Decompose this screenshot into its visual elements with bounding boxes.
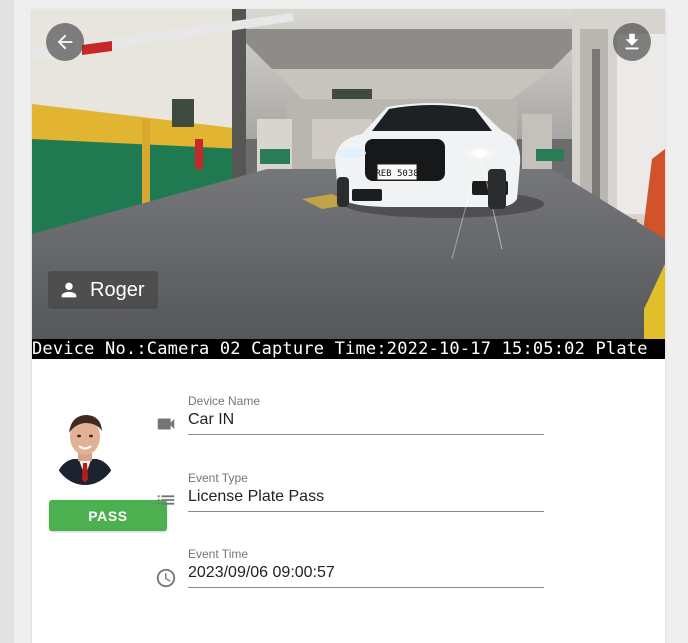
back-button[interactable]	[46, 23, 84, 61]
download-button[interactable]	[613, 23, 651, 61]
device-name-value: Car IN	[188, 411, 235, 428]
pass-status-badge: PASS	[49, 500, 167, 531]
event-time-field: Event Time 2023/09/06 09:00:57	[188, 546, 544, 588]
event-type-field: Event Type License Plate Pass	[188, 470, 544, 512]
license-plate-text: REB 5038	[375, 169, 418, 179]
event-type-value: License Plate Pass	[188, 488, 325, 505]
event-card: REB 5038 Roger Device No.:Camera 02 Capt…	[32, 9, 665, 643]
event-time-value: 2023/09/06 09:00:57	[188, 564, 335, 581]
event-time-label: Event Time	[188, 547, 249, 561]
camera-snapshot: REB 5038 Roger Device No.:Camera 02 Capt…	[32, 9, 665, 359]
capture-overlay-text: Device No.:Camera 02 Capture Time:2022-1…	[32, 339, 665, 359]
identified-person-chip: Roger	[48, 271, 159, 309]
list-icon	[154, 488, 178, 512]
arrow-back-icon	[57, 34, 73, 50]
person-name: Roger	[90, 278, 145, 301]
device-name-label: Device Name	[188, 394, 261, 408]
device-name-field: Device Name Car IN	[188, 393, 544, 435]
event-type-label: Event Type	[188, 471, 248, 485]
videocam-icon	[154, 412, 178, 436]
sidebar-edge	[0, 0, 14, 643]
person-icon	[61, 282, 77, 298]
download-icon	[625, 33, 639, 50]
clock-icon	[154, 566, 178, 590]
face-avatar	[51, 405, 119, 485]
event-detail-page: REB 5038 Roger Device No.:Camera 02 Capt…	[0, 0, 688, 643]
